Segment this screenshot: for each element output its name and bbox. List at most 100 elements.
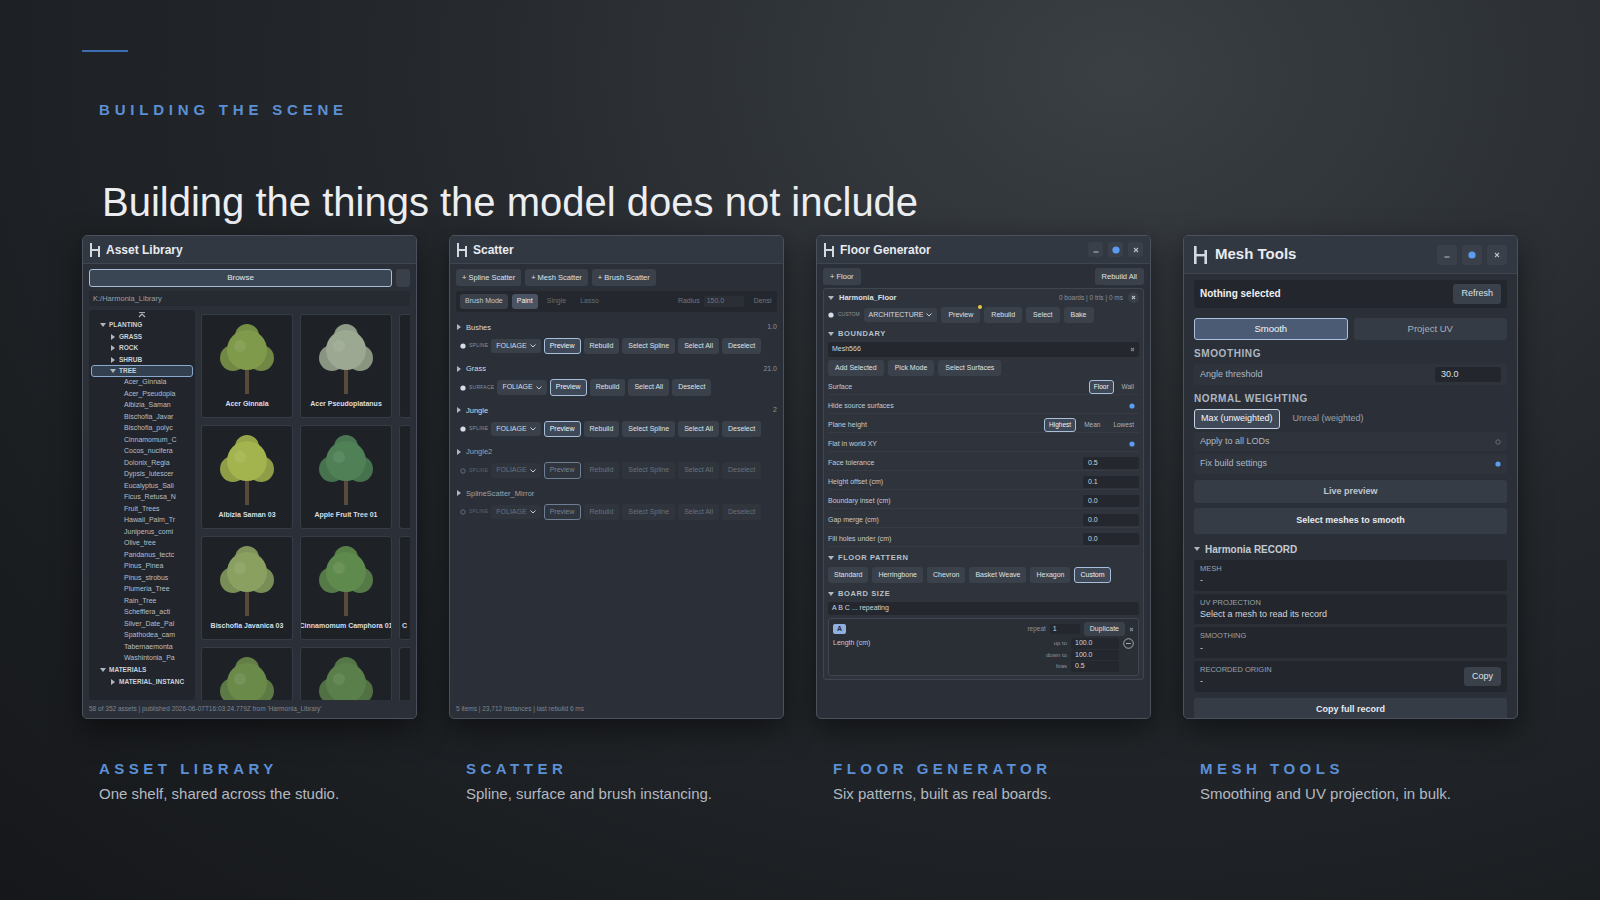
- pattern-option[interactable]: Standard: [828, 567, 868, 584]
- floor-button[interactable]: Select: [1026, 307, 1059, 324]
- asset-card[interactable]: C: [399, 536, 410, 640]
- tree-item[interactable]: Pinus_Pinea: [91, 561, 193, 573]
- angle-field[interactable]: 30.0: [1435, 367, 1501, 383]
- minimize-button[interactable]: [1437, 245, 1457, 265]
- tree-item[interactable]: SHRUB: [91, 354, 193, 366]
- tree-item[interactable]: Dolonix_Regia: [91, 457, 193, 469]
- tree-item[interactable]: Silver_Date_Pal: [91, 618, 193, 630]
- toggle-row[interactable]: Apply to all LODs: [1194, 432, 1507, 452]
- tree-item[interactable]: Cocos_nucifera: [91, 446, 193, 458]
- pattern-option[interactable]: Basket Weave: [969, 567, 1026, 584]
- chevron-down-icon[interactable]: [828, 555, 834, 561]
- status-dot[interactable]: [1129, 441, 1135, 447]
- group-button[interactable]: Preview: [544, 421, 581, 438]
- group-button[interactable]: Deselect: [722, 338, 761, 355]
- close-icon[interactable]: [1130, 347, 1135, 352]
- asset-card[interactable]: [300, 647, 392, 700]
- tree-item[interactable]: Spathodea_cam: [91, 630, 193, 642]
- number-field[interactable]: 0.0: [1083, 533, 1139, 546]
- pattern-option[interactable]: Chevron: [927, 567, 965, 584]
- group-button[interactable]: Select All: [678, 338, 719, 355]
- tree-item[interactable]: Bischofia_Javar: [91, 411, 193, 423]
- boundary-button[interactable]: Pick Mode: [888, 360, 935, 377]
- rebuild-all-button[interactable]: Rebuild All: [1095, 268, 1144, 285]
- group-button[interactable]: Deselect: [672, 379, 711, 396]
- group-button[interactable]: Preview: [544, 338, 581, 355]
- group-button[interactable]: Rebuild: [584, 462, 620, 479]
- close-icon[interactable]: [1494, 252, 1500, 258]
- close-icon[interactable]: [1129, 627, 1134, 632]
- chevron-down-icon[interactable]: [100, 322, 106, 328]
- close-icon[interactable]: [1133, 247, 1139, 253]
- mode-tab[interactable]: Smooth: [1194, 318, 1348, 340]
- group-header[interactable]: Grass21.0: [456, 362, 777, 375]
- section-header[interactable]: BOARD SIZE: [828, 588, 1139, 599]
- group-button[interactable]: Select Spline: [622, 338, 675, 355]
- group-button[interactable]: Deselect: [722, 462, 761, 479]
- floor-item-header[interactable]: Harmonia_Floor0 boards | 0 tris | 0 ms: [828, 292, 1139, 303]
- brush-mode-option[interactable]: Lasso: [575, 294, 604, 309]
- copy-full-record-button[interactable]: Copy full record: [1194, 698, 1507, 718]
- asset-card[interactable]: [399, 425, 410, 529]
- tree-item[interactable]: Plumeria_Tree: [91, 584, 193, 596]
- chevron-down-icon[interactable]: [110, 368, 116, 374]
- minimize-button[interactable]: [1088, 242, 1103, 257]
- tree-item[interactable]: Hawaii_Palm_Tr: [91, 515, 193, 527]
- tree-item[interactable]: Cinnamomum_C: [91, 434, 193, 446]
- number-field[interactable]: 0.0: [1083, 514, 1139, 527]
- boundary-button[interactable]: Select Surfaces: [938, 360, 1001, 377]
- number-field[interactable]: 0.0: [1083, 495, 1139, 508]
- group-button[interactable]: Select Spline: [622, 421, 675, 438]
- add-scatter-button[interactable]: + Brush Scatter: [592, 269, 656, 286]
- pin-button[interactable]: [1108, 242, 1123, 257]
- record-header[interactable]: Harmonia RECORD: [1194, 542, 1507, 557]
- chevron-right-icon[interactable]: [110, 345, 116, 351]
- choice-option[interactable]: Mean: [1079, 418, 1105, 432]
- tree-item[interactable]: Tabernaemonta: [91, 641, 193, 653]
- group-header[interactable]: Bushes1.0: [456, 321, 777, 334]
- category-dropdown[interactable]: FOLIAGE: [491, 422, 540, 437]
- section-header[interactable]: BOUNDARY: [828, 328, 1139, 339]
- chevron-down-icon[interactable]: [100, 667, 106, 673]
- boundary-button[interactable]: Add Selected: [828, 360, 884, 377]
- chevron-right-icon[interactable]: [110, 679, 116, 685]
- status-dot[interactable]: [460, 426, 466, 432]
- tree-item[interactable]: Eucalyptus_Sali: [91, 480, 193, 492]
- close-icon[interactable]: [1131, 295, 1136, 300]
- chevron-down-icon[interactable]: [828, 331, 834, 337]
- group-button[interactable]: Deselect: [722, 504, 761, 521]
- tree-item[interactable]: Acer_Ginnala: [91, 377, 193, 389]
- status-dot[interactable]: [1495, 461, 1501, 467]
- tree-item[interactable]: Pinus_strobus: [91, 572, 193, 584]
- pattern-option[interactable]: Hexagon: [1030, 567, 1070, 584]
- group-button[interactable]: Rebuild: [584, 421, 620, 438]
- asset-card[interactable]: Cinnamomum Camphora 01: [300, 536, 392, 640]
- group-button[interactable]: Preview: [550, 379, 587, 396]
- collapse-up-icon[interactable]: [138, 312, 146, 318]
- choice-option[interactable]: Lowest: [1108, 418, 1139, 432]
- brush-mode-option[interactable]: Single: [542, 294, 571, 309]
- tree-item[interactable]: Fruit_Trees: [91, 503, 193, 515]
- group-button[interactable]: Select Spline: [622, 462, 675, 479]
- tree-item[interactable]: Pandanus_tectc: [91, 549, 193, 561]
- browse-button[interactable]: Browse: [89, 269, 392, 287]
- status-dot[interactable]: [1495, 439, 1501, 445]
- group-button[interactable]: Select All: [678, 462, 719, 479]
- group-button[interactable]: Select Spline: [622, 504, 675, 521]
- pattern-option[interactable]: Custom: [1074, 567, 1110, 584]
- asset-card[interactable]: Albizia Saman 03: [201, 425, 293, 529]
- remove-floor-button[interactable]: [1128, 292, 1139, 303]
- length-field[interactable]: 100.0: [1071, 638, 1119, 649]
- group-header[interactable]: Jungle2: [456, 404, 777, 417]
- tree-item[interactable]: Olive_tree: [91, 538, 193, 550]
- tree-item[interactable]: ROCK: [91, 342, 193, 354]
- tree-item[interactable]: Albizia_Saman: [91, 400, 193, 412]
- add-scatter-button[interactable]: + Mesh Scatter: [525, 269, 588, 286]
- group-header[interactable]: Jungle2: [456, 445, 777, 458]
- number-field[interactable]: 0.5: [1083, 457, 1139, 470]
- category-dropdown[interactable]: FOLIAGE: [491, 463, 540, 478]
- status-dot[interactable]: [1129, 403, 1135, 409]
- status-dot[interactable]: [460, 468, 466, 474]
- mesh-field[interactable]: Mesh566: [828, 342, 1139, 357]
- close-button[interactable]: [1128, 242, 1143, 257]
